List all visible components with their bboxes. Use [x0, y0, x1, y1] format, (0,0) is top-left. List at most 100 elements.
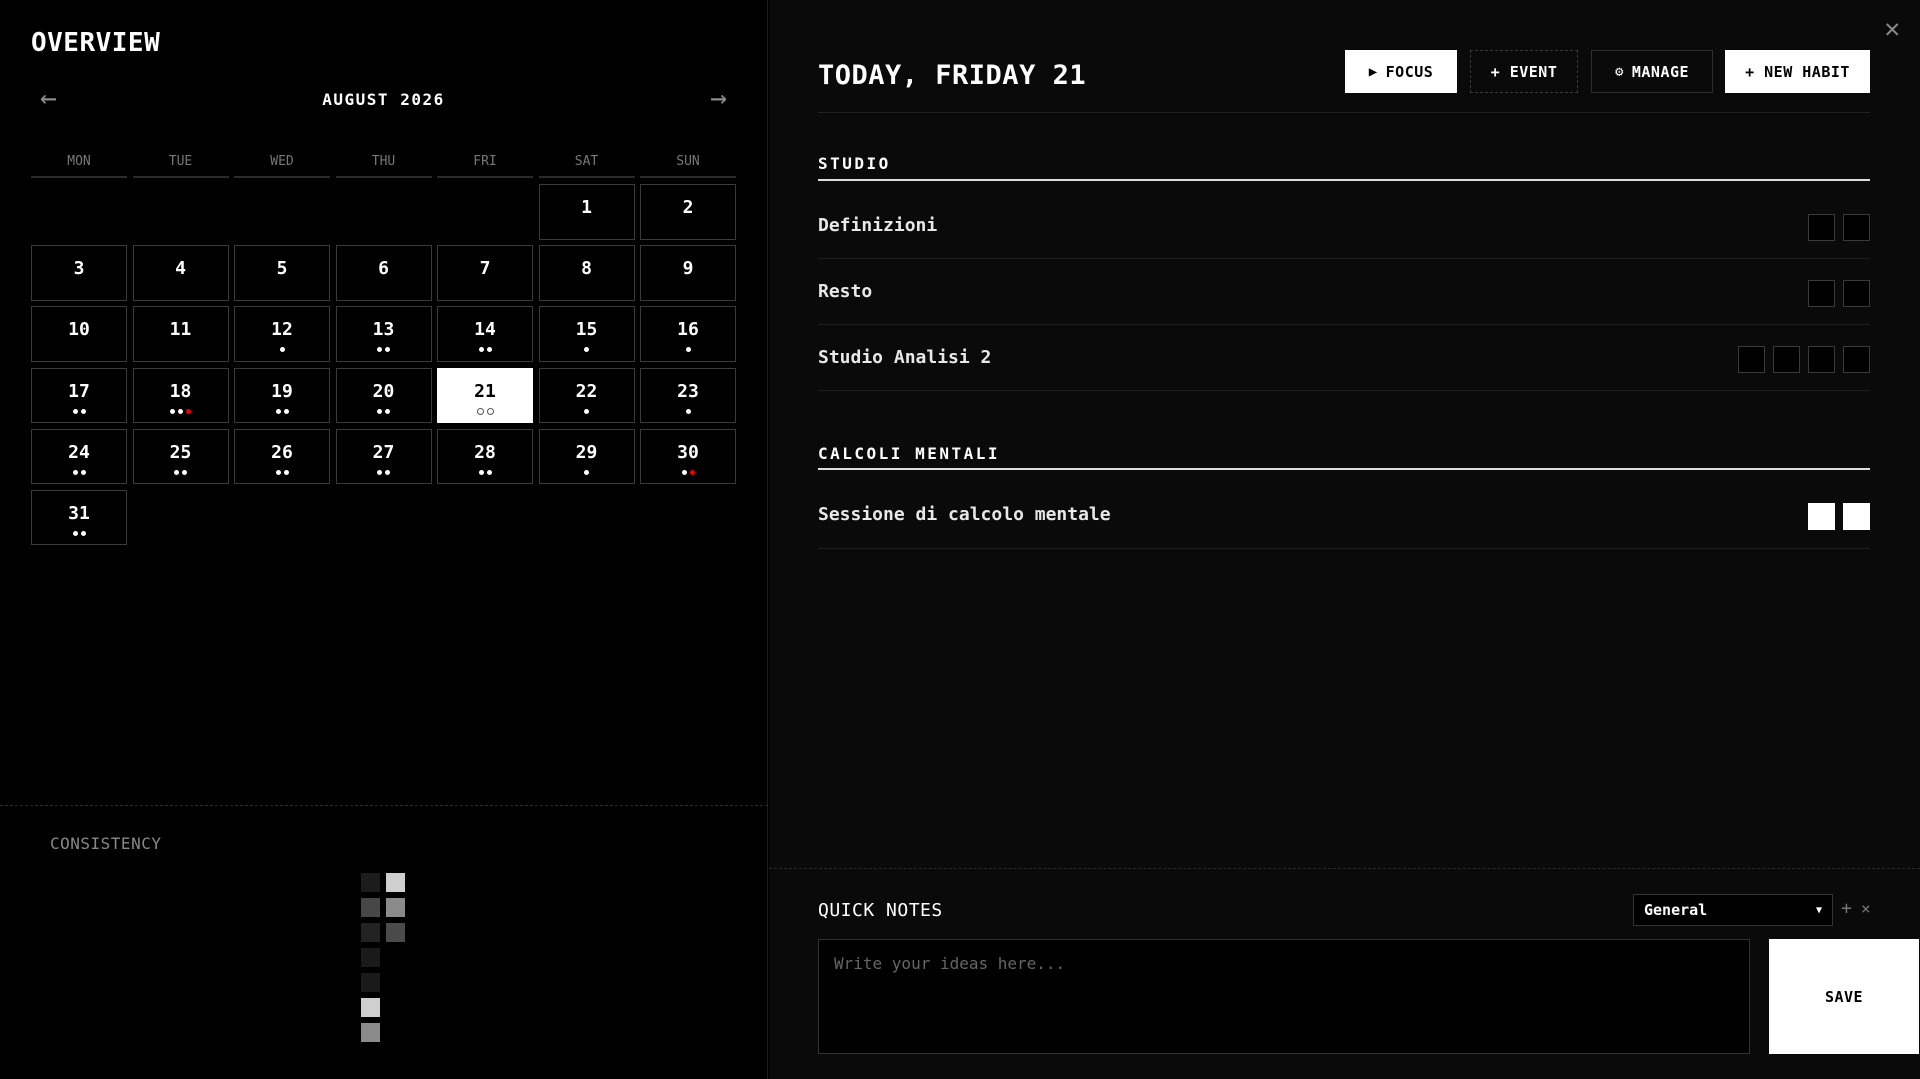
weekday-label: FRI — [437, 154, 533, 178]
calendar-day[interactable]: 10 — [31, 306, 127, 362]
calendar-day[interactable]: 2 — [640, 184, 736, 240]
day-number: 29 — [575, 441, 598, 463]
event-dot — [377, 408, 382, 414]
notes-textarea[interactable] — [818, 939, 1750, 1054]
calendar-day[interactable]: 19 — [234, 367, 330, 424]
habit-row: Studio Analisi 2 — [818, 325, 1870, 391]
quick-notes-title: QUICK NOTES — [818, 900, 943, 921]
chevron-down-icon: ▼ — [1815, 904, 1822, 916]
habit-checks — [1808, 280, 1870, 307]
new-habit-button[interactable]: + NEW HABIT — [1725, 50, 1870, 93]
calendar-day[interactable]: 3 — [31, 245, 127, 301]
calendar-day[interactable]: 31 — [31, 489, 127, 546]
calendar-day[interactable]: 15 — [538, 306, 635, 362]
event-dot — [486, 407, 494, 415]
calendar-day[interactable]: 25 — [132, 428, 229, 485]
day-number: 2 — [682, 197, 694, 218]
event-dot — [685, 347, 691, 353]
calendar-day[interactable]: 1 — [538, 184, 635, 240]
habit-checkbox[interactable] — [1808, 214, 1835, 241]
calendar-day[interactable]: 22 — [538, 367, 635, 424]
habit-checks — [1808, 214, 1870, 241]
day-number: 27 — [372, 441, 395, 463]
save-note-button[interactable]: SAVE — [1769, 939, 1919, 1054]
manage-button[interactable]: ⚙ MANAGE — [1591, 50, 1713, 93]
event-dots — [641, 407, 735, 417]
focus-button-label: FOCUS — [1385, 62, 1434, 81]
calendar-day[interactable]: 6 — [335, 245, 432, 301]
calendar-day[interactable]: 11 — [132, 306, 229, 362]
weekday-label: TUE — [132, 154, 229, 178]
calendar-day[interactable]: 7 — [437, 245, 533, 301]
day-number: 4 — [175, 258, 186, 280]
calendar-day[interactable]: 14 — [437, 306, 533, 362]
calendar-day[interactable]: 12 — [234, 306, 330, 362]
habit-checkbox[interactable] — [1843, 214, 1870, 241]
habit-checkbox[interactable] — [1843, 280, 1870, 307]
habit-checkbox[interactable] — [1773, 346, 1800, 373]
calendar-day[interactable]: 24 — [31, 428, 127, 485]
day-number: 3 — [73, 258, 85, 280]
day-number: 5 — [276, 258, 288, 280]
weekday-header: MON TUE WED THU FRI SAT SUN — [31, 154, 736, 178]
calendar-day[interactable]: 5 — [234, 245, 330, 301]
weekday-label: MON — [31, 154, 127, 178]
close-icon[interactable]: ✕ — [1884, 16, 1900, 42]
calendar-day[interactable]: 20 — [335, 367, 432, 424]
heatmap-cell — [361, 923, 380, 942]
next-month-arrow-icon[interactable]: → — [710, 84, 727, 112]
calendar-day-today[interactable]: 21 — [437, 367, 533, 424]
event-dot-red — [186, 408, 191, 414]
day-number: 19 — [271, 380, 293, 402]
calendar-day[interactable]: 30 — [640, 428, 736, 485]
event-dots — [540, 468, 634, 478]
day-panel: ✕ TODAY, FRIDAY 21 ▶ FOCUS + EVENT ⚙ MAN… — [769, 0, 1920, 1079]
calendar-day[interactable]: 27 — [335, 428, 432, 485]
event-dots — [438, 407, 532, 417]
add-event-button[interactable]: + EVENT — [1470, 50, 1578, 93]
calendar-empty-cell — [234, 184, 330, 240]
calendar-day[interactable]: 4 — [132, 245, 229, 301]
notes-category-select[interactable]: General ▼ — [1633, 894, 1833, 926]
habit-checkbox-done[interactable] — [1843, 503, 1870, 530]
day-number: 26 — [271, 441, 293, 463]
play-icon: ▶ — [1368, 63, 1378, 80]
day-number: 11 — [169, 319, 192, 341]
day-number: 13 — [372, 319, 395, 341]
heatmap-cell — [386, 898, 405, 917]
event-dots — [540, 407, 634, 417]
add-category-icon[interactable]: + — [1841, 898, 1852, 919]
event-dot — [685, 408, 691, 414]
habit-checkbox[interactable] — [1808, 280, 1835, 307]
event-dot — [385, 347, 390, 353]
calendar-day[interactable]: 26 — [234, 428, 330, 485]
calendar-day[interactable]: 17 — [31, 367, 127, 424]
habit-checkbox-done[interactable] — [1808, 503, 1835, 530]
day-number: 23 — [677, 380, 699, 402]
calendar-day[interactable]: 9 — [640, 245, 736, 301]
event-dot — [80, 408, 86, 414]
event-dot — [486, 347, 492, 353]
heatmap-cell — [386, 873, 405, 892]
day-number: 24 — [68, 441, 90, 463]
event-dots — [438, 468, 532, 478]
event-dots — [134, 468, 228, 478]
event-dot — [178, 408, 183, 414]
event-dots — [337, 407, 431, 417]
heatmap-cell — [361, 1023, 380, 1042]
remove-category-icon[interactable]: × — [1861, 899, 1871, 918]
calendar-day[interactable]: 8 — [538, 245, 635, 301]
calendar-day[interactable]: 13 — [335, 306, 432, 362]
calendar-day[interactable]: 28 — [437, 428, 533, 485]
focus-button[interactable]: ▶ FOCUS — [1345, 50, 1457, 93]
calendar-day[interactable]: 18 — [132, 367, 229, 424]
habit-checkbox[interactable] — [1808, 346, 1835, 373]
habit-checkbox[interactable] — [1843, 346, 1870, 373]
event-dot — [385, 469, 390, 475]
event-dots — [337, 468, 431, 478]
habit-checkbox[interactable] — [1738, 346, 1765, 373]
event-dot — [279, 347, 285, 353]
calendar-day[interactable]: 29 — [538, 428, 635, 485]
calendar-day[interactable]: 23 — [640, 367, 736, 424]
calendar-day[interactable]: 16 — [640, 306, 736, 362]
